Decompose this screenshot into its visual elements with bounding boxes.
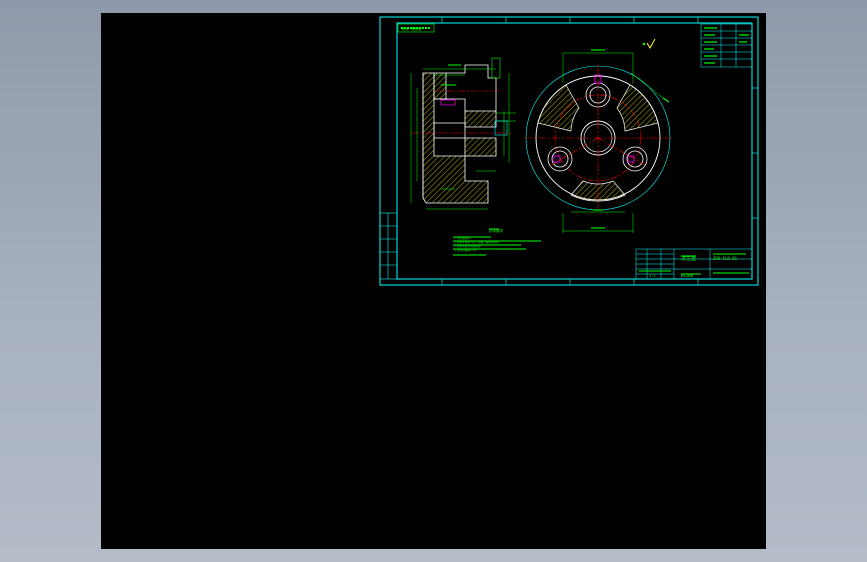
front-view: [524, 49, 672, 233]
inner-border: [396, 22, 753, 280]
section-view: [410, 57, 516, 210]
roughness-symbol: [642, 38, 656, 49]
parameter-table-text: [704, 27, 749, 64]
revision-strip: [379, 212, 398, 280]
cad-drawing-canvas: 法兰盘 ZHS-FLD-01 HT200 1:1 技术要求 1.未注倒角C1. …: [379, 16, 759, 286]
cad-viewport[interactable]: 法兰盘 ZHS-FLD-01 HT200 1:1 技术要求 1.未注倒角C1. …: [101, 13, 766, 549]
parameter-table: [700, 23, 753, 68]
tech-requirements-title: 技术要求: [489, 228, 503, 233]
drawing-number-text: ZHS-FLD-01: [713, 256, 738, 261]
tech-requirement-3: 3.铸件应进行时效处理.: [454, 244, 482, 248]
tech-requirement-2: 2.铸件不得有气孔、砂眼、缩松等缺陷.: [454, 240, 500, 244]
top-left-note: 其余 粗糙度: [402, 26, 422, 31]
scale-text: 1:1: [649, 274, 655, 278]
material-text: HT200: [681, 273, 694, 278]
tech-requirement-4: 4.未注公差按IT14.: [454, 248, 478, 252]
part-name-text: 法兰盘: [681, 255, 696, 262]
tech-requirement-1: 1.未注倒角C1.: [454, 236, 472, 240]
